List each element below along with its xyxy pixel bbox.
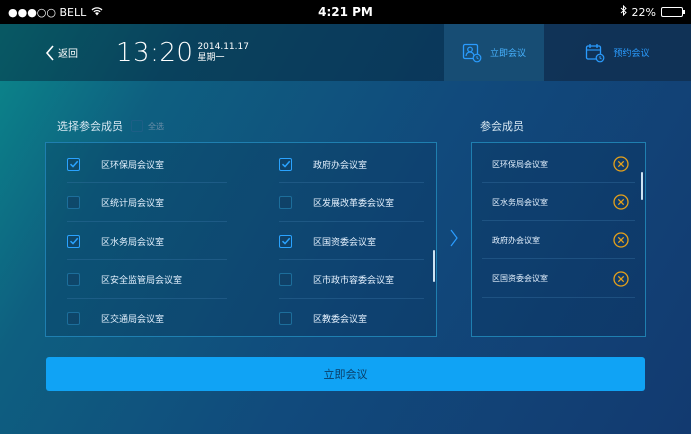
room-checkbox-item[interactable]: 区安全监管局会议室 bbox=[67, 261, 182, 299]
room-checkbox-item[interactable]: 区统计局会议室 bbox=[67, 184, 164, 222]
tabs: 立即会议 预约会议 bbox=[444, 24, 691, 81]
status-bar: ●●●○○ BELL 4:21 PM 22% bbox=[0, 0, 691, 24]
clock-date: 2014.11.17 bbox=[197, 41, 249, 52]
room-checkbox-item[interactable]: 政府办会议室 bbox=[279, 145, 367, 183]
member-item: 政府办会议室 bbox=[472, 221, 645, 260]
member-name: 区国资委会议室 bbox=[492, 274, 548, 284]
battery-percent: 22% bbox=[631, 5, 656, 19]
meeting-now-icon bbox=[462, 43, 482, 62]
room-label: 区国资委会议室 bbox=[313, 237, 377, 248]
tab-meeting-now-label: 立即会议 bbox=[489, 49, 526, 59]
room-checkbox-item[interactable]: 区教委会议室 bbox=[279, 299, 367, 337]
battery-icon bbox=[660, 7, 685, 17]
header: 返回 13:20 2014.11.17 星期一 立即会议 预约会议 bbox=[0, 24, 691, 81]
checkbox-icon[interactable] bbox=[279, 196, 292, 209]
checkbox-icon[interactable] bbox=[279, 273, 292, 286]
room-checkbox-item[interactable]: 区市政市容委会议室 bbox=[279, 261, 394, 299]
members-title: 参会成员 bbox=[480, 120, 524, 133]
member-name: 区水务局会议室 bbox=[492, 197, 548, 207]
members-panel: 区环保局会议室 区水务局会议室 政府办会议室 区国资委会议室 bbox=[471, 142, 646, 337]
checkbox-checked-icon[interactable] bbox=[279, 157, 292, 171]
start-meeting-button[interactable]: 立即会议 bbox=[46, 357, 645, 391]
select-all-box bbox=[131, 120, 143, 132]
chevron-right-icon bbox=[450, 229, 458, 247]
room-checkbox-item[interactable]: 区发展改革委会议室 bbox=[279, 184, 394, 222]
member-item: 区国资委会议室 bbox=[472, 260, 645, 298]
checkbox-checked-icon[interactable] bbox=[67, 234, 80, 248]
clock: 13:20 2014.11.17 星期一 bbox=[116, 38, 249, 68]
checkbox-icon[interactable] bbox=[279, 311, 292, 325]
select-members-title: 选择参会成员 bbox=[57, 120, 123, 133]
row-divider bbox=[482, 296, 635, 298]
back-button[interactable]: 返回 bbox=[45, 44, 78, 61]
checkbox-icon[interactable] bbox=[67, 196, 80, 209]
room-label: 区市政市容委会议室 bbox=[313, 276, 395, 286]
room-checkbox-item[interactable]: 区交通局会议室 bbox=[67, 299, 164, 337]
tab-meeting-now[interactable]: 立即会议 bbox=[444, 24, 544, 81]
member-name: 政府办会议室 bbox=[492, 235, 540, 245]
room-grid: 区环保局会议室 政府办会议室区统计局会议室 区发展改革委会议室区水务局会议室 区国资委… bbox=[46, 143, 438, 338]
checkbox-icon[interactable] bbox=[67, 273, 80, 286]
room-label: 区教委会议室 bbox=[313, 314, 368, 325]
back-label: 返回 bbox=[58, 49, 78, 60]
room-row: 区交通局会议室 区教委会议室 bbox=[46, 299, 436, 337]
remove-member-icon[interactable] bbox=[613, 232, 629, 249]
room-selection-panel: 区环保局会议室 政府办会议室区统计局会议室 区发展改革委会议室区水务局会议室 区国资委… bbox=[45, 142, 437, 337]
room-row: 区统计局会议室 区发展改革委会议室 bbox=[46, 184, 436, 222]
carrier-label: ●●●○○ BELL bbox=[8, 5, 87, 19]
status-time: 4:21 PM bbox=[318, 5, 373, 19]
room-label: 区环保局会议室 bbox=[101, 160, 165, 171]
calendar-schedule-icon bbox=[586, 43, 605, 62]
room-row: 区安全监管局会议室 区市政市容委会议室 bbox=[46, 261, 436, 299]
remove-member-icon[interactable] bbox=[613, 270, 629, 287]
wifi-icon bbox=[91, 6, 103, 19]
tab-schedule-meeting[interactable]: 预约会议 bbox=[544, 24, 691, 81]
member-item: 区水务局会议室 bbox=[472, 183, 645, 222]
checkbox-checked-icon[interactable] bbox=[67, 157, 80, 171]
room-label: 区安全监管局会议室 bbox=[101, 276, 183, 286]
room-label: 区水务局会议室 bbox=[101, 237, 165, 248]
room-label: 区交通局会议室 bbox=[101, 314, 165, 325]
room-checkbox-item[interactable]: 区国资委会议室 bbox=[279, 222, 376, 260]
room-label: 政府办会议室 bbox=[313, 160, 368, 171]
chevron-left-icon bbox=[45, 44, 54, 61]
member-item: 区环保局会议室 bbox=[472, 145, 645, 183]
room-label: 区发展改革委会议室 bbox=[313, 199, 395, 209]
select-all-checkbox[interactable]: 全选 bbox=[131, 120, 164, 132]
members-scrollbar[interactable] bbox=[641, 172, 643, 200]
room-list-scrollbar[interactable] bbox=[433, 250, 435, 282]
room-row: 区水务局会议室 区国资委会议室 bbox=[46, 222, 436, 260]
room-checkbox-item[interactable]: 区水务局会议室 bbox=[67, 222, 164, 260]
remove-member-icon[interactable] bbox=[613, 156, 629, 172]
room-label: 区统计局会议室 bbox=[101, 199, 165, 209]
clock-time: 13:20 bbox=[116, 37, 194, 68]
checkbox-checked-icon[interactable] bbox=[279, 234, 292, 248]
select-all-label: 全选 bbox=[148, 121, 164, 131]
room-checkbox-item[interactable]: 区环保局会议室 bbox=[67, 145, 164, 183]
room-row: 区环保局会议室 政府办会议室 bbox=[46, 145, 436, 183]
tab-schedule-meeting-label: 预约会议 bbox=[613, 49, 650, 59]
clock-weekday: 星期一 bbox=[197, 52, 225, 63]
checkbox-icon[interactable] bbox=[67, 311, 80, 325]
member-name: 区环保局会议室 bbox=[492, 159, 548, 169]
remove-member-icon[interactable] bbox=[613, 194, 629, 210]
bluetooth-icon bbox=[620, 4, 627, 19]
